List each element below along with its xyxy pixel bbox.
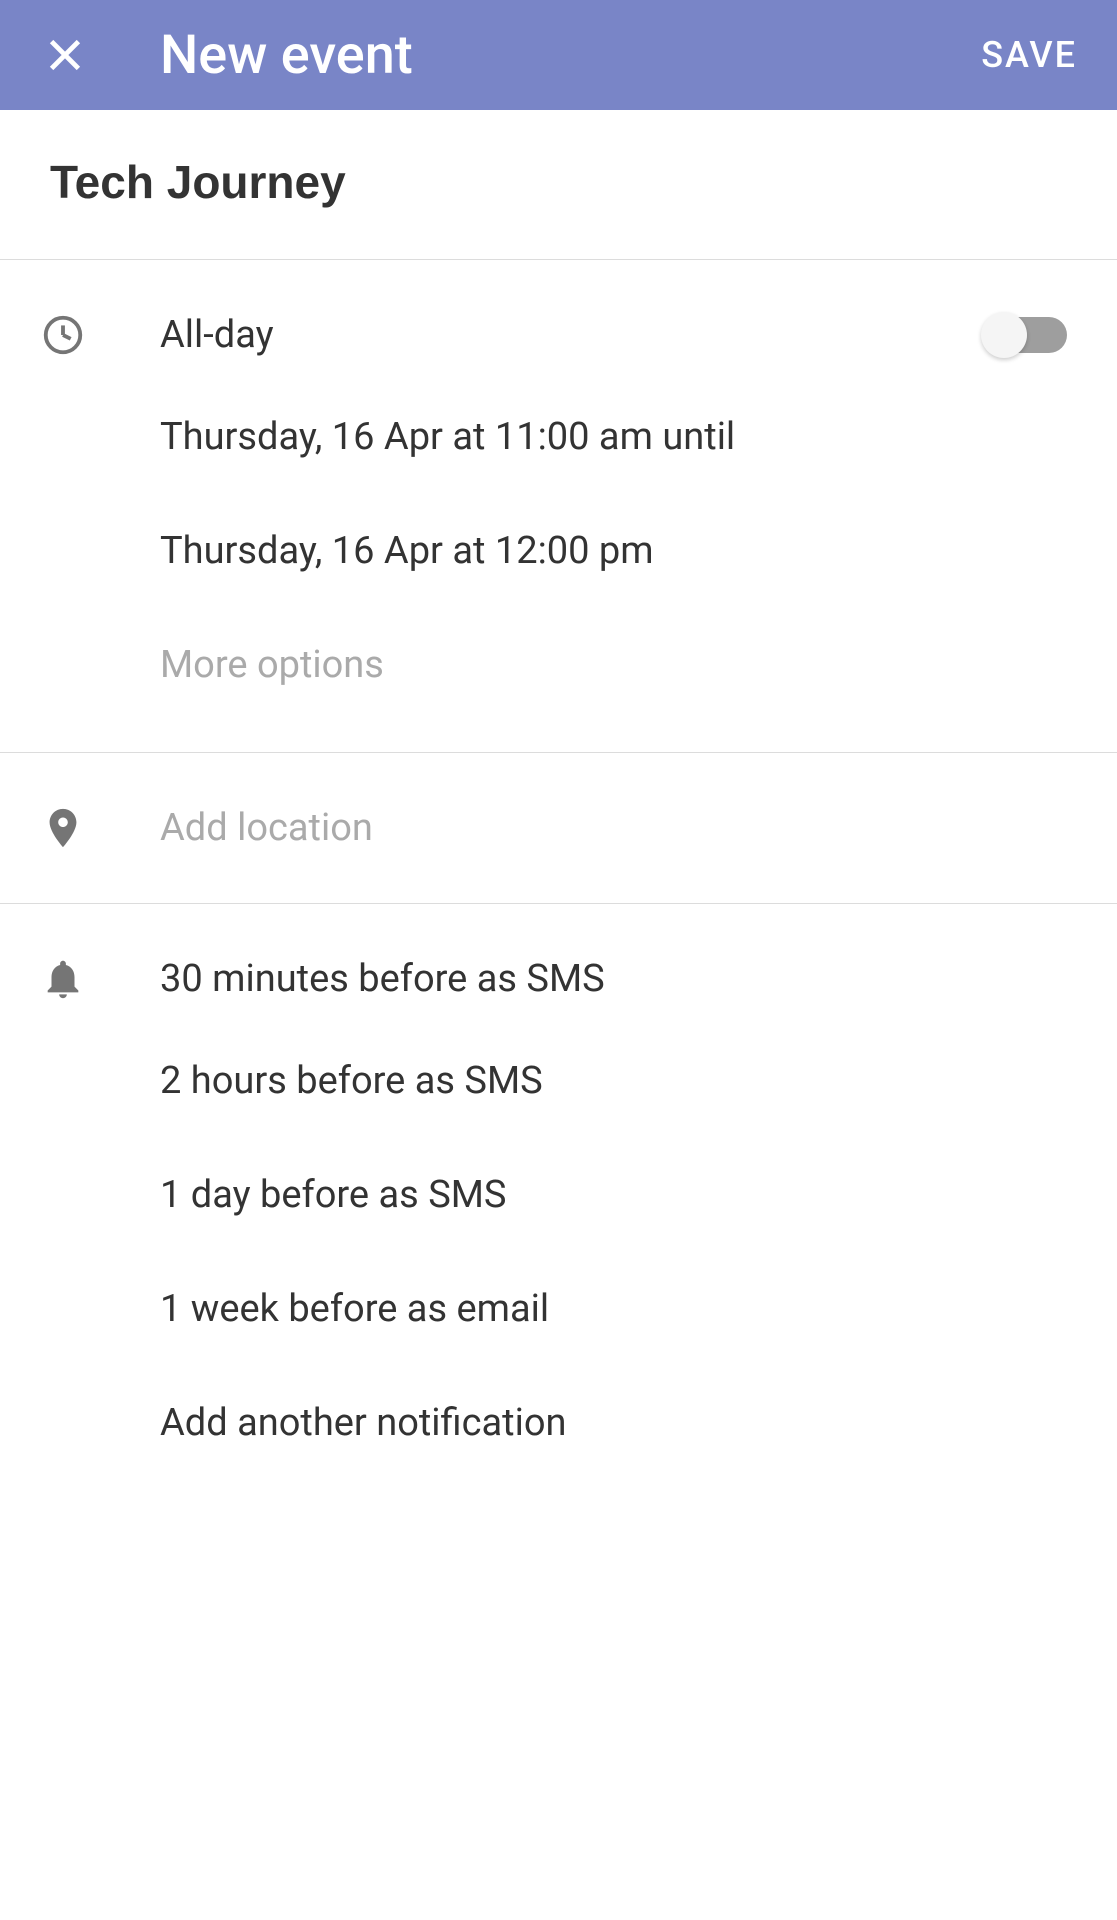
save-button[interactable]: SAVE: [981, 34, 1077, 76]
time-section: All-day Thursday, 16 Apr at 11:00 am unt…: [0, 260, 1117, 753]
location-section: Add location: [0, 753, 1117, 904]
allday-toggle[interactable]: [987, 317, 1067, 353]
start-time-row[interactable]: Thursday, 16 Apr at 11:00 am until: [0, 380, 1117, 494]
bell-icon: [40, 956, 86, 1002]
location-icon: [40, 805, 86, 851]
location-row[interactable]: Add location: [0, 783, 1117, 873]
notification-row-1[interactable]: 2 hours before as SMS: [0, 1024, 1117, 1138]
close-icon: [42, 32, 88, 78]
location-placeholder: Add location: [160, 806, 1077, 850]
notification-row-2[interactable]: 1 day before as SMS: [0, 1138, 1117, 1252]
close-button[interactable]: [40, 30, 90, 80]
event-title-input[interactable]: [50, 155, 1067, 209]
notification-row-3[interactable]: 1 week before as email: [0, 1252, 1117, 1366]
add-notification-row[interactable]: Add another notification: [0, 1366, 1117, 1480]
end-time-row[interactable]: Thursday, 16 Apr at 12:00 pm: [0, 494, 1117, 608]
allday-row: All-day: [0, 290, 1117, 380]
page-title: New event: [160, 24, 981, 87]
allday-label: All-day: [160, 313, 977, 357]
notifications-section: 30 minutes before as SMS 2 hours before …: [0, 904, 1117, 1510]
toggle-knob: [981, 312, 1027, 358]
notification-label: 30 minutes before as SMS: [160, 957, 1077, 1001]
more-options-row[interactable]: More options: [0, 608, 1117, 722]
clock-icon: [40, 312, 86, 358]
title-section: [0, 110, 1117, 260]
notification-row-0[interactable]: 30 minutes before as SMS: [0, 934, 1117, 1024]
header: New event SAVE: [0, 0, 1117, 110]
